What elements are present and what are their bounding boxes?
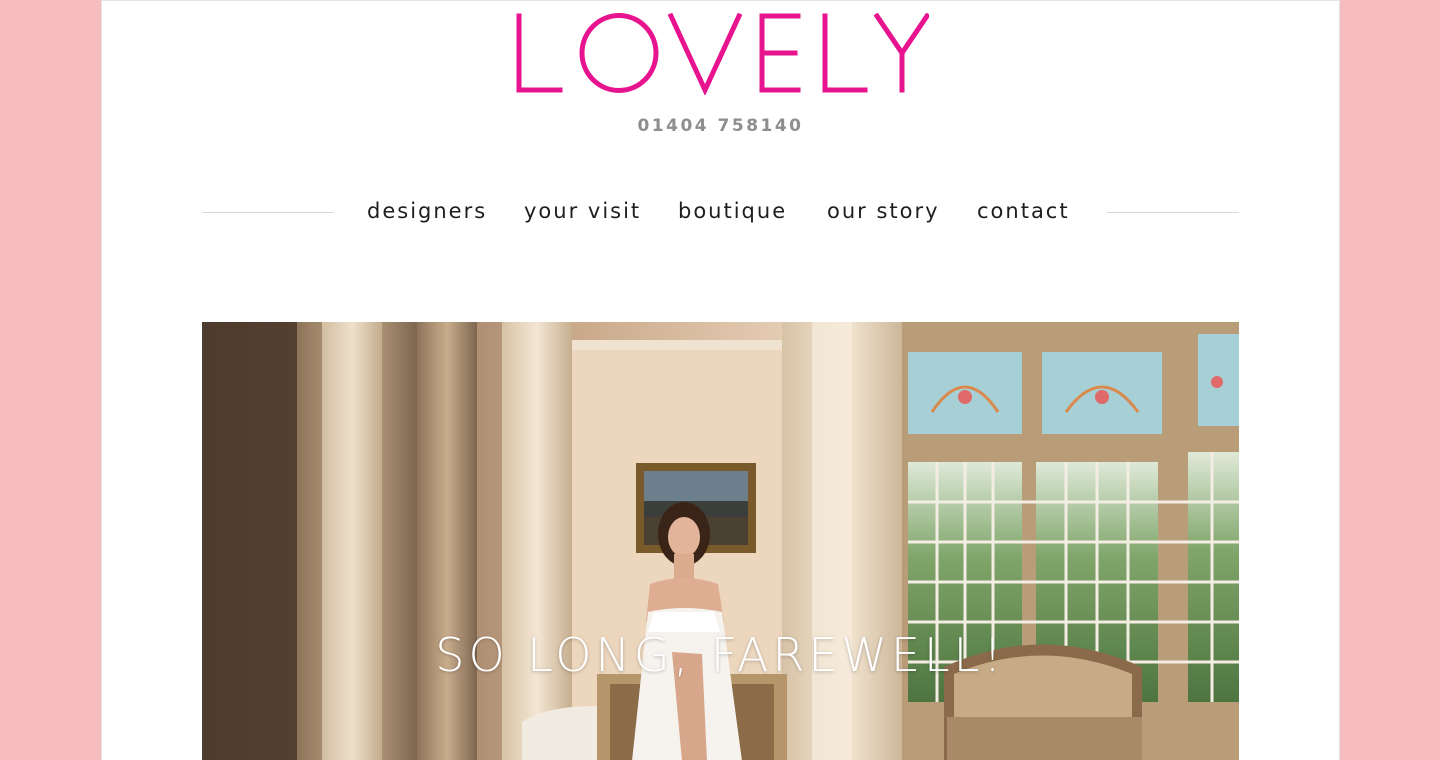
phone-number: 01404 758140	[637, 116, 804, 136]
main-nav: designers your visit boutique our story …	[202, 196, 1239, 232]
nav-item-contact[interactable]: contact	[977, 199, 1070, 223]
nav-item-your-visit[interactable]: your visit	[524, 199, 641, 223]
page-container: 01404 758140 designers your visit boutiq…	[101, 0, 1340, 760]
nav-item-boutique[interactable]: boutique	[678, 199, 787, 223]
lovely-logo	[516, 13, 929, 95]
logo-link[interactable]	[515, 13, 929, 95]
hero-title: SO LONG, FAREWELL!	[435, 628, 1006, 682]
nav-divider-left	[202, 212, 334, 213]
nav-item-our-story[interactable]: our story	[827, 199, 940, 223]
nav-item-designers[interactable]: designers	[367, 199, 487, 223]
hero-image	[202, 322, 1239, 760]
nav-divider-right	[1107, 212, 1239, 213]
hero-banner[interactable]: SO LONG, FAREWELL!	[202, 322, 1239, 760]
